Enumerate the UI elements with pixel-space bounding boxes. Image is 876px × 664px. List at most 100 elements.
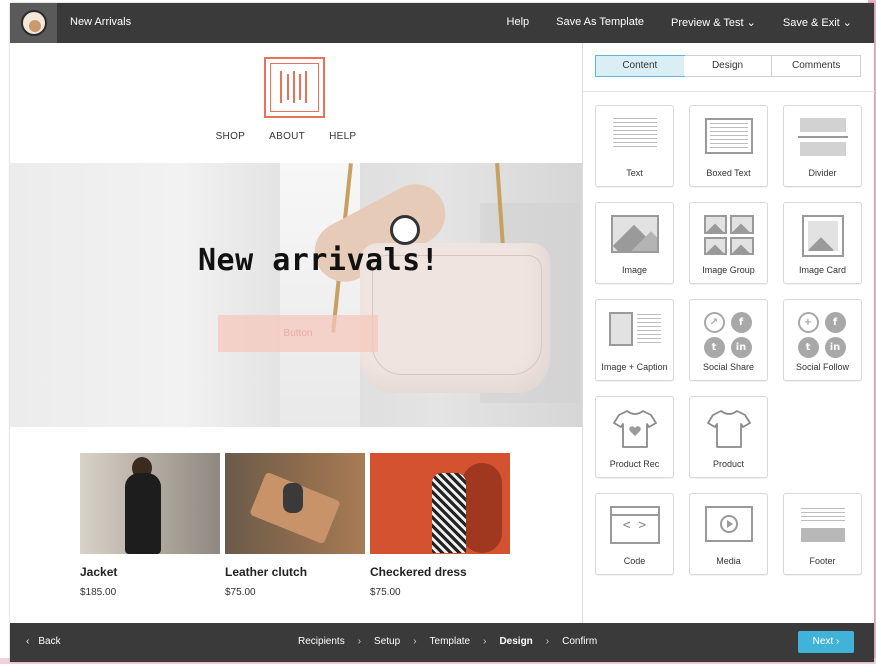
brand-logo-bar xyxy=(287,74,289,100)
tab-content[interactable]: Content xyxy=(595,55,685,77)
block-media[interactable]: Media xyxy=(689,493,768,575)
brand-logo-bar xyxy=(305,71,307,103)
content-blocks-panel: Content Design Comments Text Boxed Text … xyxy=(582,43,875,623)
product-image-dress xyxy=(370,453,510,554)
panel-divider xyxy=(583,91,875,92)
product-card[interactable]: Leather clutch $75.00 xyxy=(225,453,365,598)
hero-watch xyxy=(390,215,420,245)
chevron-right-icon: › xyxy=(413,636,417,647)
product-price: $75.00 xyxy=(225,587,256,598)
tab-design[interactable]: Design xyxy=(683,56,773,76)
block-image[interactable]: Image xyxy=(595,202,674,284)
block-code[interactable]: < > Code xyxy=(595,493,674,575)
product-card[interactable]: Checkered dress $75.00 xyxy=(370,453,510,598)
block-footer[interactable]: Footer xyxy=(783,493,862,575)
image-card-icon xyxy=(801,215,844,257)
text-lines-icon xyxy=(612,118,657,148)
bottom-bar: ‹ Back Recipients › Setup › Template › D… xyxy=(10,623,874,662)
hero-cta-button[interactable]: Button xyxy=(218,315,378,352)
back-button[interactable]: ‹ Back xyxy=(26,636,61,647)
preview-test-label: Preview & Test xyxy=(671,17,744,29)
block-product-rec[interactable]: Product Rec xyxy=(595,396,674,478)
block-label: Product Rec xyxy=(609,459,660,469)
email-nav-shop[interactable]: SHOP xyxy=(216,131,246,142)
tab-comments[interactable]: Comments xyxy=(772,56,861,76)
code-icon: < > xyxy=(609,506,660,544)
hero-image-block[interactable]: New arrivals! Button xyxy=(10,163,582,427)
share-arrow-icon: ↗ xyxy=(703,312,725,333)
step-design[interactable]: Design xyxy=(499,636,532,647)
app-logo[interactable] xyxy=(10,3,57,43)
next-button[interactable]: Next › xyxy=(798,631,854,653)
product-photo-shadow xyxy=(462,463,502,553)
boxed-text-lines xyxy=(709,123,748,149)
block-label: Image Group xyxy=(702,265,755,275)
block-label: Image Card xyxy=(798,265,847,275)
chevron-left-icon: ‹ xyxy=(26,636,30,647)
block-divider[interactable]: Divider xyxy=(783,105,862,187)
block-label: Image xyxy=(621,265,647,275)
block-text[interactable]: Text xyxy=(595,105,674,187)
image-group-tile xyxy=(703,215,727,234)
email-nav-help[interactable]: HELP xyxy=(329,131,356,142)
tshirt-icon xyxy=(706,410,751,448)
preview-test-menu[interactable]: Preview & Test ⌄ xyxy=(671,16,756,29)
image-caption-icon xyxy=(608,312,661,350)
social-share-icon: ↗ f t in xyxy=(703,312,754,358)
wizard-steps: Recipients › Setup › Template › Design ›… xyxy=(298,636,597,647)
brand-logo-bar xyxy=(280,71,282,103)
boxed-text-icon xyxy=(704,118,753,154)
step-template[interactable]: Template xyxy=(430,636,471,647)
divider-icon-bottom xyxy=(799,142,846,156)
product-image-jacket xyxy=(80,453,220,554)
chevron-right-icon: › xyxy=(545,636,550,647)
email-preview-canvas[interactable]: SHOP ABOUT HELP New arrivals! Button Jac… xyxy=(10,43,582,623)
hero-title[interactable]: New arrivals! xyxy=(198,243,439,278)
save-exit-menu[interactable]: Save & Exit ⌄ xyxy=(783,16,852,29)
block-social-share[interactable]: ↗ f t in Social Share xyxy=(689,299,768,381)
product-card[interactable]: Jacket $185.00 xyxy=(80,453,220,598)
tshirt-outline xyxy=(706,410,751,448)
image-group-tile xyxy=(703,236,727,255)
play-button-glyph xyxy=(719,515,738,533)
plus-icon: + xyxy=(797,312,819,333)
chevron-down-icon: ⌄ xyxy=(746,17,756,29)
image-caption-picture xyxy=(608,312,633,346)
facebook-icon: f xyxy=(730,312,752,333)
block-label: Social Follow xyxy=(795,362,850,372)
brand-logo[interactable] xyxy=(264,57,325,118)
block-boxed-text[interactable]: Boxed Text xyxy=(689,105,768,187)
media-play-icon xyxy=(704,506,753,542)
block-product[interactable]: Product xyxy=(689,396,768,478)
next-label: Next xyxy=(812,636,834,647)
code-brackets-glyph: < > xyxy=(622,518,647,533)
image-card-picture xyxy=(807,221,838,251)
block-image-caption[interactable]: Image + Caption xyxy=(595,299,674,381)
product-name: Jacket xyxy=(80,565,118,579)
product-grid: Jacket $185.00 Leather clutch $75.00 Che… xyxy=(80,453,510,598)
product-photo-figure xyxy=(432,473,466,553)
block-social-follow[interactable]: + f t in Social Follow xyxy=(783,299,862,381)
product-photo-figure xyxy=(125,473,161,554)
save-exit-label: Save & Exit xyxy=(782,17,840,29)
save-as-template-link[interactable]: Save As Template xyxy=(556,16,644,29)
product-price: $185.00 xyxy=(80,587,117,598)
product-price: $75.00 xyxy=(370,587,401,598)
image-group-tile xyxy=(730,215,754,234)
footer-icon xyxy=(800,506,845,544)
top-bar: New Arrivals Help Save As Template Previ… xyxy=(10,3,874,43)
email-nav: SHOP ABOUT HELP xyxy=(10,131,582,142)
step-recipients[interactable]: Recipients xyxy=(298,636,345,647)
step-confirm[interactable]: Confirm xyxy=(562,636,597,647)
campaign-builder-window: New Arrivals Help Save As Template Previ… xyxy=(10,3,875,662)
email-nav-about[interactable]: ABOUT xyxy=(269,131,305,142)
block-label: Boxed Text xyxy=(706,168,751,178)
help-link[interactable]: Help xyxy=(507,16,530,29)
linkedin-icon: in xyxy=(824,337,846,358)
step-setup[interactable]: Setup xyxy=(374,636,400,647)
twitter-icon: t xyxy=(703,337,725,358)
block-image-card[interactable]: Image Card xyxy=(783,202,862,284)
social-follow-icon: + f t in xyxy=(797,312,848,358)
image-icon xyxy=(610,215,659,253)
block-image-group[interactable]: Image Group xyxy=(689,202,768,284)
